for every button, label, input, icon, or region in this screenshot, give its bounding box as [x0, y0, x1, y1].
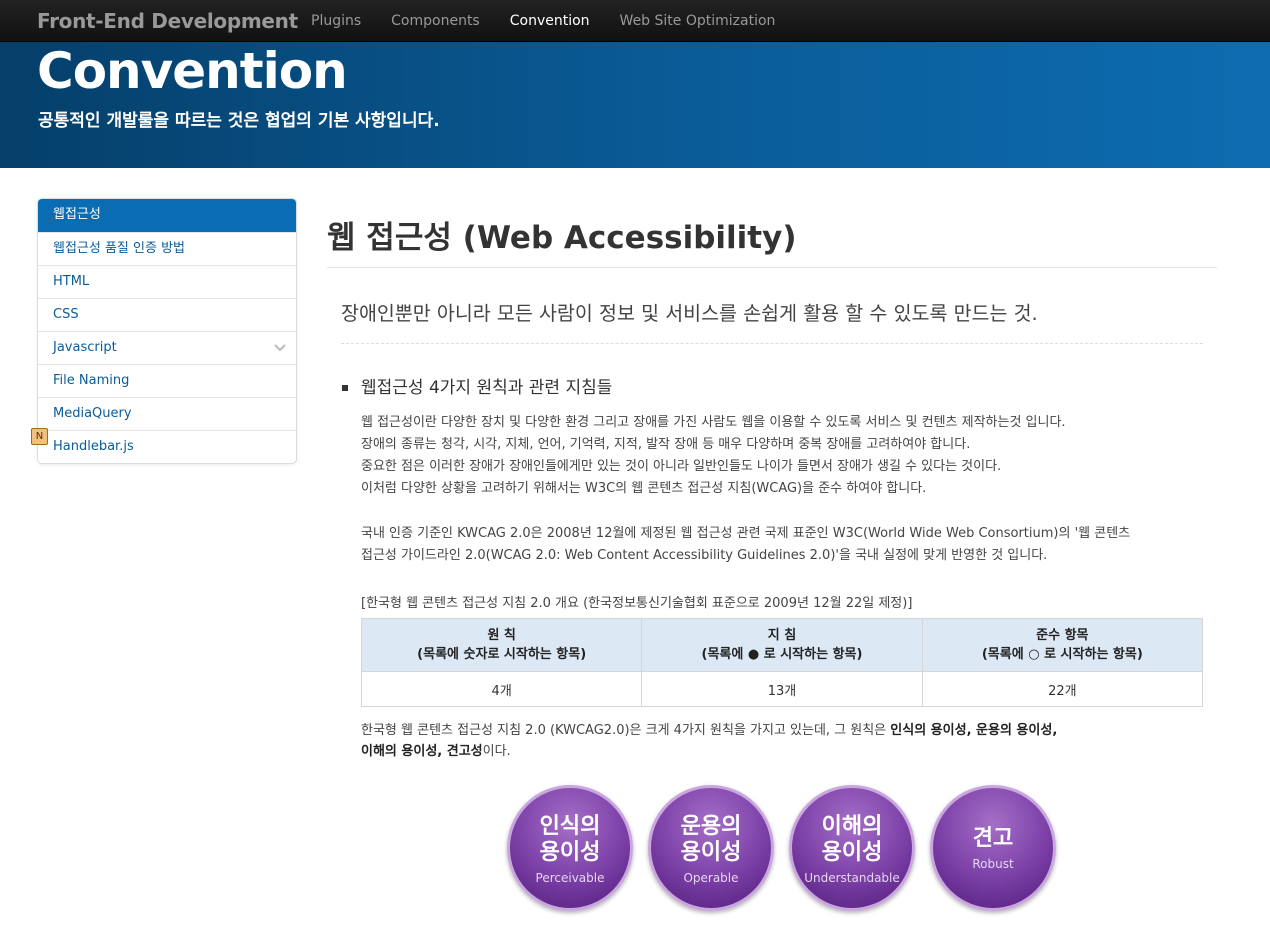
sidebar-item-certification[interactable]: 웹접근성 품질 인증 방법	[38, 232, 296, 265]
summary-line-2: 이해의 용이성, 견고성이다.	[361, 741, 511, 763]
sidebar-item-label: HTML	[53, 274, 90, 289]
principle-en: Robust	[972, 857, 1014, 871]
header-title: 준수 항목	[1036, 628, 1089, 643]
table-cell: 4개	[360, 671, 643, 707]
sidebar-item-web-accessibility[interactable]: 웹접근성	[38, 199, 296, 232]
header-title: 지 침	[767, 628, 797, 643]
table-header-row: 원 칙 (목록에 숫자로 시작하는 항목) 지 침 (목록에 ● 로 시작하는 항목…	[360, 618, 1204, 672]
summary-text: 이다.	[482, 744, 511, 759]
main-nav: Plugins Components Convention Web Site O…	[311, 0, 805, 42]
principle-robust: 견고 Robust	[930, 785, 1056, 911]
principle-understandable: 이해의 용이성 Understandable	[789, 785, 915, 911]
summary-line-1: 한국형 웹 콘텐츠 접근성 지침 2.0 (KWCAG2.0)은 크게 4가지 …	[361, 720, 1057, 742]
principle-label: 운용의 용이성	[680, 814, 742, 865]
sidebar-item-label: File Naming	[53, 373, 130, 388]
lead-divider	[341, 343, 1203, 344]
table-header-cell: 준수 항목 (목록에 ○ 로 시작하는 항목)	[921, 618, 1204, 672]
hero-title: Convention	[37, 42, 348, 100]
page-title-ko: 웹 접근성	[327, 220, 452, 256]
paragraph-line: 웹 접근성이란 다양한 장치 및 다양한 환경 그리고 장애를 가진 사람도 웹…	[361, 415, 1066, 430]
paragraph-line: 접근성 가이드라인 2.0(WCAG 2.0: Web Content Acce…	[361, 548, 1048, 563]
kwcag-summary-table: 원 칙 (목록에 숫자로 시작하는 항목) 지 침 (목록에 ● 로 시작하는 항목…	[360, 618, 1204, 707]
sidebar-item-label: CSS	[53, 307, 79, 322]
section-title: 웹접근성 4가지 원칙과 관련 지침들	[361, 378, 613, 398]
top-navbar: Front-End Development Plugins Components…	[0, 0, 1270, 42]
sidebar-item-javascript[interactable]: Javascript	[38, 331, 296, 364]
sidebar-item-html[interactable]: HTML	[38, 265, 296, 298]
table-cell: 22개	[921, 671, 1204, 707]
hero-subtitle: 공통적인 개발룰을 따르는 것은 협업의 기본 사항입니다.	[38, 111, 440, 131]
sidebar-item-css[interactable]: CSS	[38, 298, 296, 331]
sidebar-item-label: Handlebar.js	[53, 439, 134, 454]
paragraph-line: 중요한 점은 이러한 장애가 장애인들에게만 있는 것이 아니라 일반인들도 나…	[361, 459, 1002, 474]
principle-label: 견고	[972, 826, 1014, 851]
table-caption: [한국형 웹 콘텐츠 접근성 지침 2.0 개요 (한국정보통신기술협회 표준으…	[361, 596, 913, 611]
principle-label: 이해의 용이성	[821, 814, 883, 865]
paragraph-line: 이처럼 다양한 상황을 고려하기 위해서는 W3C의 웹 콘텐츠 접근성 지침(…	[361, 481, 927, 496]
summary-bold: 인식의 용이성, 운용의 용이성,	[890, 723, 1058, 738]
sidebar-item-label: 웹접근성	[53, 207, 101, 222]
brand-logo[interactable]: Front-End Development	[37, 9, 298, 33]
paragraph-line: 장애의 종류는 청각, 시각, 지체, 언어, 기억력, 지적, 발작 장애 등…	[361, 437, 971, 452]
sidebar-item-label: Javascript	[53, 340, 117, 355]
sidebar-item-handlebar[interactable]: Handlebar.js	[38, 430, 296, 463]
summary-text: 한국형 웹 콘텐츠 접근성 지침 2.0 (KWCAG2.0)은 크게 4가지 …	[361, 723, 891, 738]
sidebar-item-file-naming[interactable]: File Naming	[38, 364, 296, 397]
header-sub: (목록에 숫자로 시작하는 항목)	[417, 647, 587, 662]
paragraph-line: 국내 인증 기준인 KWCAG 2.0은 2008년 12월에 제정된 웹 접근…	[361, 526, 1131, 541]
sidebar-nav: 웹접근성 웹접근성 품질 인증 방법 HTML CSS Javascript F…	[37, 198, 297, 464]
principle-operable: 운용의 용이성 Operable	[648, 785, 774, 911]
summary-bold: 이해의 용이성, 견고성	[361, 744, 483, 759]
nav-item-convention[interactable]: Convention	[510, 0, 590, 42]
hero-banner: Convention 공통적인 개발룰을 따르는 것은 협업의 기본 사항입니다…	[0, 42, 1270, 168]
table-cell: 13개	[641, 671, 923, 707]
nav-item-web-site-optimization[interactable]: Web Site Optimization	[620, 0, 776, 42]
table-header-cell: 지 침 (목록에 ● 로 시작하는 항목)	[641, 618, 923, 672]
sidebar-item-mediaquery[interactable]: MediaQuery	[38, 397, 296, 430]
lead-text: 장애인뿐만 아니라 모든 사람이 정보 및 서비스를 손쉽게 활용 할 수 있도…	[341, 302, 1038, 325]
page-title: 웹 접근성 (Web Accessibility)	[327, 212, 797, 257]
header-sub: (목록에 ○ 로 시작하는 항목)	[981, 647, 1143, 662]
principle-en: Understandable	[804, 871, 900, 885]
title-divider	[327, 267, 1217, 268]
principle-label: 인식의 용이성	[539, 814, 601, 865]
square-bullet-icon	[342, 385, 348, 391]
sidebar-item-label: 웹접근성 품질 인증 방법	[53, 241, 185, 256]
header-sub: (목록에 ● 로 시작하는 항목)	[701, 647, 863, 662]
principle-perceivable: 인식의 용이성 Perceivable	[507, 785, 633, 911]
table-header-cell: 원 칙 (목록에 숫자로 시작하는 항목)	[360, 618, 643, 672]
nav-item-plugins[interactable]: Plugins	[311, 0, 361, 42]
header-title: 원 칙	[487, 628, 516, 643]
principle-en: Perceivable	[535, 871, 605, 885]
table-row: 4개 13개 22개	[360, 671, 1204, 707]
nav-item-components[interactable]: Components	[391, 0, 480, 42]
principle-en: Operable	[683, 871, 739, 885]
page-title-en: (Web Accessibility)	[462, 220, 797, 256]
sidebar-item-label: MediaQuery	[53, 406, 132, 421]
new-badge-icon: N	[31, 428, 48, 445]
